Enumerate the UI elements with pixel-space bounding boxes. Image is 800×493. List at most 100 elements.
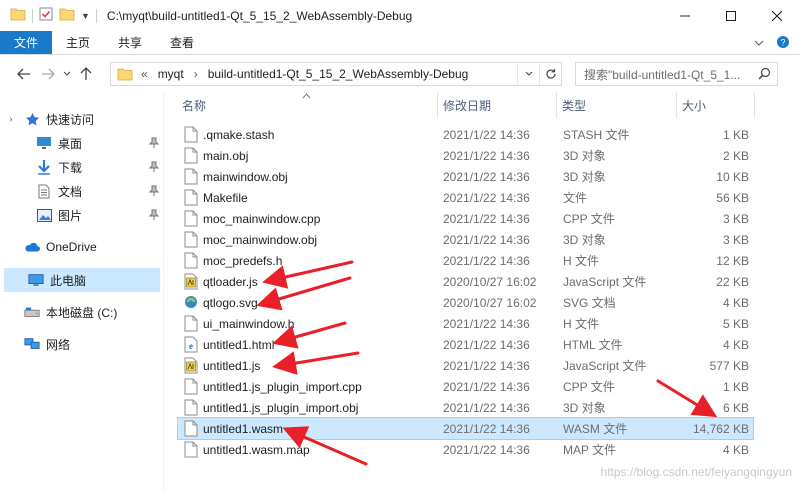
file-row[interactable]: Makefile 2021/1/22 14:36 文件 56 KB (178, 187, 753, 208)
tab-home[interactable]: 主页 (52, 31, 104, 54)
file-type: WASM 文件 (563, 422, 628, 436)
file-name: qtloader.js (203, 274, 258, 289)
file-date: 2021/1/22 14:36 (443, 148, 530, 163)
breadcrumb-build-folder[interactable]: build-untitled1-Qt_5_15_2_WebAssembly-De… (208, 67, 469, 81)
navigation-pane: › 快速访问 桌面 下载 文档 图片 OneDrive 此电脑 本地磁盘 (C:… (0, 92, 163, 493)
column-divider[interactable] (556, 92, 557, 118)
sidebar-item-desktop[interactable]: 桌面 (0, 131, 163, 155)
column-header-name[interactable]: 名称 (182, 92, 432, 118)
tab-share[interactable]: 共享 (104, 31, 156, 54)
close-button[interactable] (754, 0, 800, 31)
file-type: HTML 文件 (563, 338, 623, 352)
sidebar-item-quick-access[interactable]: › 快速访问 (0, 107, 163, 131)
file-row[interactable]: untitled1.wasm.map 2021/1/22 14:36 MAP 文件 4… (178, 439, 753, 460)
file-date: 2021/1/22 14:36 (443, 169, 530, 184)
file-size: 1 KB (722, 379, 749, 394)
file-name: main.obj (203, 148, 249, 163)
sidebar-item-label: 网络 (46, 337, 71, 352)
file-row[interactable]: main.obj 2021/1/22 14:36 3D 对象 2 KB (178, 145, 753, 166)
help-icon[interactable]: ? (776, 35, 790, 52)
properties-icon[interactable] (39, 7, 53, 24)
tab-view[interactable]: 查看 (156, 31, 208, 54)
up-button[interactable] (74, 62, 98, 86)
file-name: Makefile (203, 190, 248, 205)
file-size: 1 KB (722, 127, 749, 142)
file-row[interactable]: qtloader.js 2020/10/27 16:02 JavaScript 文件… (178, 271, 753, 292)
file-name: untitled1.js_plugin_import.cpp (203, 379, 362, 394)
sidebar-item-documents[interactable]: 文档 (0, 179, 163, 203)
search-icon[interactable] (758, 67, 771, 83)
breadcrumb-myqt[interactable]: myqt (158, 67, 184, 81)
new-folder-icon[interactable] (59, 7, 75, 24)
file-size: 4 KB (722, 442, 749, 457)
customize-qa-icon[interactable]: ▼ (81, 11, 90, 21)
expand-ribbon-icon[interactable] (754, 36, 764, 50)
sidebar-item-downloads[interactable]: 下载 (0, 155, 163, 179)
file-type: H 文件 (563, 254, 600, 268)
file-date: 2021/1/22 14:36 (443, 337, 530, 352)
file-icon (184, 399, 198, 416)
file-type: H 文件 (563, 317, 600, 331)
column-header-date[interactable]: 修改日期 (443, 92, 553, 118)
sidebar-item-label: 快速访问 (46, 112, 95, 127)
address-bar[interactable]: « myqt › build-untitled1-Qt_5_15_2_WebAs… (110, 62, 562, 86)
file-size: 2 KB (722, 148, 749, 163)
folder-icon (117, 67, 133, 81)
pin-icon[interactable] (148, 185, 160, 199)
file-name: ui_mainwindow.h (203, 316, 295, 331)
back-button[interactable] (12, 62, 36, 86)
breadcrumb-overflow[interactable]: « (141, 67, 148, 81)
sidebar-item-network[interactable]: 网络 (0, 332, 163, 356)
column-divider[interactable] (754, 92, 755, 118)
file-row[interactable]: qtlogo.svg 2020/10/27 16:02 SVG 文档 4 KB (178, 292, 753, 313)
file-row[interactable]: untitled1.wasm 2021/1/22 14:36 WASM 文件 14,7… (177, 417, 754, 440)
file-date: 2020/10/27 16:02 (443, 295, 537, 310)
search-input[interactable]: 搜索"build-untitled1-Qt_5_1... (575, 62, 778, 86)
drive-icon (24, 304, 40, 320)
sidebar-item-local-disk[interactable]: 本地磁盘 (C:) (0, 300, 163, 324)
forward-button[interactable] (36, 62, 60, 86)
file-type: STASH 文件 (563, 128, 630, 142)
tab-file[interactable]: 文件 (0, 31, 53, 54)
sidebar-item-onedrive[interactable]: OneDrive (0, 235, 163, 259)
chevron-right-icon[interactable]: › (194, 67, 198, 81)
pane-divider[interactable] (163, 92, 164, 493)
file-row[interactable]: ui_mainwindow.h 2021/1/22 14:36 H 文件 5 KB (178, 313, 753, 334)
file-row[interactable]: mainwindow.obj 2021/1/22 14:36 3D 对象 10 KB (178, 166, 753, 187)
pin-icon[interactable] (148, 161, 160, 175)
file-row[interactable]: untitled1.js_plugin_import.cpp 2021/1/22 … (178, 376, 753, 397)
file-name: moc_mainwindow.cpp (203, 211, 321, 226)
column-header-size[interactable]: 大小 (682, 92, 752, 118)
file-row[interactable]: untitled1.js 2021/1/22 14:36 JavaScript 文件… (178, 355, 753, 376)
file-row[interactable]: .qmake.stash 2021/1/22 14:36 STASH 文件 1 KB (178, 124, 753, 145)
file-icon (184, 189, 198, 206)
pin-icon[interactable] (148, 137, 160, 151)
file-row[interactable]: e untitled1.html 2021/1/22 14:36 HTML 文件 4 K… (178, 334, 753, 355)
address-dropdown-button[interactable] (517, 63, 539, 85)
file-row[interactable]: untitled1.js_plugin_import.obj 2021/1/22 … (178, 397, 753, 418)
document-icon (36, 183, 52, 199)
file-row[interactable]: moc_predefs.h 2021/1/22 14:36 H 文件 12 KB (178, 250, 753, 271)
file-type: CPP 文件 (563, 380, 615, 394)
sidebar-item-this-pc[interactable]: 此电脑 (4, 268, 160, 292)
minimize-button[interactable] (662, 0, 708, 31)
refresh-button[interactable] (539, 63, 561, 85)
file-icon (184, 420, 198, 437)
file-name: qtlogo.svg (203, 295, 258, 310)
file-row[interactable]: moc_mainwindow.cpp 2021/1/22 14:36 CPP 文件 3… (178, 208, 753, 229)
recent-locations-button[interactable] (60, 62, 74, 86)
file-row[interactable]: moc_mainwindow.obj 2021/1/22 14:36 3D 对象 3 … (178, 229, 753, 250)
file-name: untitled1.js (203, 358, 261, 373)
file-icon (184, 147, 198, 164)
expand-chevron-icon[interactable]: › (6, 111, 16, 127)
file-icon (184, 315, 198, 332)
maximize-button[interactable] (708, 0, 754, 31)
column-header-type[interactable]: 类型 (562, 92, 672, 118)
column-divider[interactable] (676, 92, 677, 118)
pin-icon[interactable] (148, 209, 160, 223)
window-title: C:\myqt\build-untitled1-Qt_5_15_2_WebAss… (106, 8, 413, 23)
ribbon-tabs: 文件 主页 共享 查看 ? (0, 31, 800, 55)
file-size: 12 KB (716, 253, 749, 268)
sidebar-item-pictures[interactable]: 图片 (0, 203, 163, 227)
column-divider[interactable] (437, 92, 438, 118)
